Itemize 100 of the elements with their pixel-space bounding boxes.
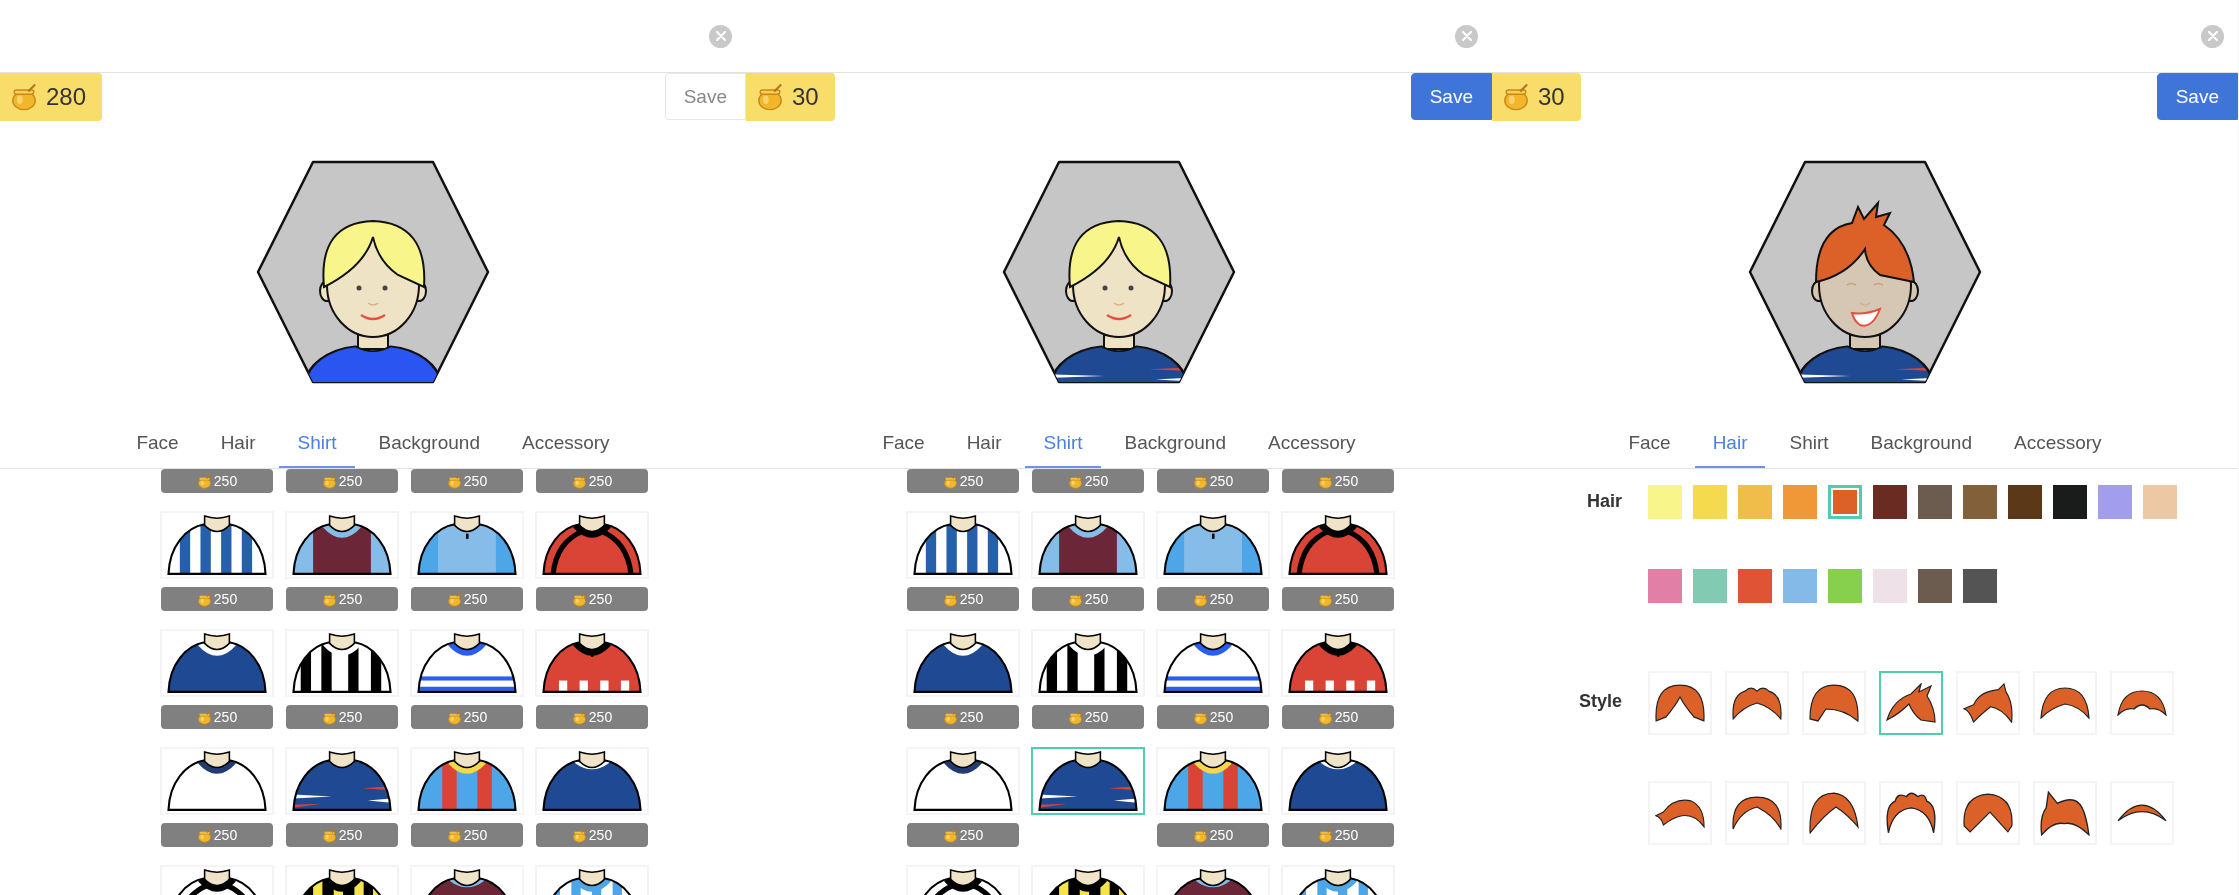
buy-button[interactable]: 250 xyxy=(161,587,273,611)
tab[interactable]: Accessory xyxy=(1995,419,2120,468)
hair-drawing xyxy=(2117,804,2167,822)
buy-button[interactable]: 250 xyxy=(411,587,523,611)
buy-button[interactable]: 250 xyxy=(1032,705,1144,729)
buy-button[interactable]: 250 xyxy=(536,823,648,847)
save-button[interactable]: Save xyxy=(2156,73,2238,120)
hair-color-swatch[interactable] xyxy=(1783,485,1817,519)
hair-color-swatch[interactable] xyxy=(1693,485,1727,519)
buy-button[interactable]: 250 xyxy=(907,823,1019,847)
hair-drawing xyxy=(1886,683,1936,723)
honey-pot-icon xyxy=(942,709,958,725)
buy-button[interactable]: 250 xyxy=(1282,705,1394,729)
buy-button[interactable]: 250 xyxy=(161,705,273,729)
buy-button[interactable]: 250 xyxy=(286,823,398,847)
tab[interactable]: Hair xyxy=(1694,419,1766,468)
tab[interactable]: Hair xyxy=(202,419,274,468)
honey-pot-icon xyxy=(196,709,212,725)
honey-pot-icon xyxy=(1502,83,1530,111)
tab[interactable]: Background xyxy=(1106,419,1244,468)
hair-color-swatch[interactable] xyxy=(1693,569,1727,603)
buy-button[interactable]: 250 xyxy=(1282,587,1394,611)
hair-color-swatch[interactable] xyxy=(2143,485,2177,519)
honey-pot-icon xyxy=(1192,709,1208,725)
honey-pot-icon xyxy=(196,473,212,489)
hair-color-swatch[interactable] xyxy=(1648,569,1682,603)
buy-button[interactable]: 250 xyxy=(1282,823,1394,847)
honey-pot-icon xyxy=(1192,591,1208,607)
hair-color-swatch[interactable] xyxy=(1828,485,1862,519)
honey-pot-icon xyxy=(571,709,587,725)
buy-button[interactable]: 250 xyxy=(411,823,523,847)
honey-pot-icon xyxy=(446,473,462,489)
buy-button[interactable]: 250 xyxy=(1032,469,1144,493)
tab[interactable]: Hair xyxy=(948,419,1020,468)
close-icon xyxy=(715,31,726,41)
tab[interactable]: Background xyxy=(360,419,498,468)
tab[interactable]: Face xyxy=(1610,419,1689,468)
hair-style-option[interactable] xyxy=(1879,671,1943,735)
buy-button[interactable]: 250 xyxy=(907,705,1019,729)
buy-button[interactable]: 250 xyxy=(1032,587,1144,611)
save-button[interactable]: Save xyxy=(1410,73,1492,120)
buy-button[interactable]: 250 xyxy=(411,469,523,493)
tab[interactable]: Background xyxy=(1852,419,1990,468)
buy-button[interactable]: 250 xyxy=(161,823,273,847)
honey-pot-icon xyxy=(571,591,587,607)
buy-button[interactable]: 250 xyxy=(536,587,648,611)
buy-button[interactable]: 250 xyxy=(1157,823,1269,847)
honey-pot-icon xyxy=(321,827,337,843)
honey-pot-icon xyxy=(756,83,784,111)
buy-button[interactable]: 250 xyxy=(536,705,648,729)
hair-color-swatch[interactable] xyxy=(2053,485,2087,519)
close-icon xyxy=(2207,31,2218,41)
hair-color-swatch[interactable] xyxy=(1828,569,1862,603)
hair-color-swatch[interactable] xyxy=(1963,569,1997,603)
hair-color-swatch[interactable] xyxy=(1963,485,1997,519)
honey-pot-icon xyxy=(321,591,337,607)
buy-button[interactable]: 250 xyxy=(1157,469,1269,493)
hair-color-swatch[interactable] xyxy=(1918,485,1952,519)
hair-color-swatch[interactable] xyxy=(1873,485,1907,519)
buy-button[interactable]: 250 xyxy=(1282,469,1394,493)
coin-count: 280 xyxy=(46,83,87,111)
tab[interactable]: Face xyxy=(864,419,943,468)
tab[interactable]: Accessory xyxy=(1249,419,1374,468)
hair-color-swatch[interactable] xyxy=(1918,569,1952,603)
buy-button[interactable]: 250 xyxy=(286,469,398,493)
tab[interactable]: Accessory xyxy=(503,419,628,468)
honey-pot-icon xyxy=(1192,827,1208,843)
buy-button[interactable]: 250 xyxy=(286,705,398,729)
buy-button[interactable]: 250 xyxy=(1157,587,1269,611)
honey-pot-icon xyxy=(1317,827,1333,843)
coin-count: 30 xyxy=(792,83,819,111)
buy-button[interactable]: 250 xyxy=(907,469,1019,493)
buy-button[interactable]: 250 xyxy=(411,705,523,729)
honey-pot-icon xyxy=(1317,473,1333,489)
honey-pot-icon xyxy=(571,827,587,843)
honey-pot-icon xyxy=(196,827,212,843)
honey-pot-icon xyxy=(196,591,212,607)
buy-button[interactable]: 250 xyxy=(1157,705,1269,729)
buy-button[interactable]: 250 xyxy=(161,469,273,493)
hair-color-swatch[interactable] xyxy=(2098,485,2132,519)
honey-pot-icon xyxy=(321,473,337,489)
hair-drawing xyxy=(1809,684,1859,722)
hair-color-swatch[interactable] xyxy=(2008,485,2042,519)
tab[interactable]: Shirt xyxy=(1771,419,1847,468)
buy-button[interactable]: 250 xyxy=(536,469,648,493)
hair-color-swatch[interactable] xyxy=(1873,569,1907,603)
honey-pot-icon xyxy=(321,709,337,725)
hair-color-swatch[interactable] xyxy=(1783,569,1817,603)
buy-button[interactable]: 250 xyxy=(907,587,1019,611)
hair-color-swatch[interactable] xyxy=(1738,485,1772,519)
tab[interactable]: Face xyxy=(118,419,197,468)
hair-color-label: Hair xyxy=(1586,490,1622,512)
hair-drawing xyxy=(2117,690,2167,716)
honey-pot-icon xyxy=(1067,591,1083,607)
hair-color-swatch[interactable] xyxy=(1738,569,1772,603)
hair-drawing xyxy=(1655,684,1705,722)
hair-color-swatch[interactable] xyxy=(1648,485,1682,519)
hair-drawing xyxy=(1963,793,2013,833)
hair-style-label: Style xyxy=(1577,690,1622,712)
buy-button[interactable]: 250 xyxy=(286,587,398,611)
